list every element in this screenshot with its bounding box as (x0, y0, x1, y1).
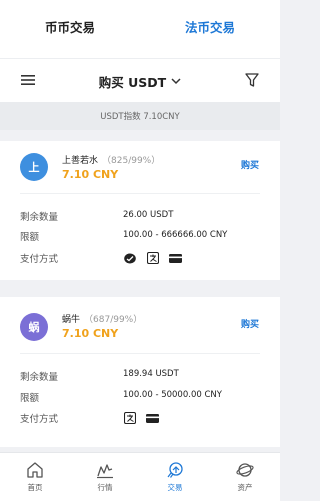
nav-assets[interactable]: 资产 (210, 453, 280, 501)
assets-planet-icon (236, 463, 254, 477)
seller-name: 上善若水 (62, 156, 99, 166)
bank-card-icon (146, 412, 159, 424)
bottom-nav: 首页 行情 交易 资产 (0, 452, 280, 501)
divider (20, 193, 260, 194)
alipay-icon (146, 252, 159, 264)
chevron-down-icon (171, 78, 181, 85)
trade-subheader: 购买 USDT (0, 58, 280, 103)
top-tab-bar: 币币交易 法币交易 (0, 0, 280, 58)
seller-stats: （687/99%） (84, 315, 143, 325)
alipay-icon (123, 412, 136, 424)
payment-method-label: 支付方式 (20, 254, 59, 265)
nav-market[interactable]: 行情 (70, 453, 140, 501)
limit-value: 100.00 - 666666.00 CNY (123, 230, 228, 240)
payment-methods (123, 252, 182, 264)
remaining-amount-label: 剩余数量 (20, 372, 59, 383)
market-chart-icon (97, 464, 113, 479)
divider (20, 353, 260, 354)
nav-home[interactable]: 首页 (0, 453, 70, 501)
nav-trade-label: 交易 (167, 483, 183, 492)
nav-assets-label: 资产 (237, 483, 253, 492)
payment-method-label: 支付方式 (20, 414, 59, 425)
nav-market-label: 行情 (97, 483, 113, 492)
buy-currency-selector[interactable]: 购买 USDT (0, 59, 280, 103)
tab-fiat-trading[interactable]: 法币交易 (140, 0, 280, 58)
tab-coin-trading[interactable]: 币币交易 (0, 0, 140, 58)
offer-card: 上 上善若水 （825/99%） 7.10 CNY 购买 剩余数量 26.00 U… (0, 141, 280, 280)
trade-rocket-icon (167, 462, 183, 478)
bank-card-icon (169, 252, 182, 264)
payment-methods (123, 412, 159, 424)
remaining-amount-value: 189.94 USDT (123, 369, 179, 379)
usdt-index-text: USDT指数 7.10CNY (100, 112, 180, 122)
buy-button[interactable]: 购买 (241, 158, 259, 171)
remaining-amount-label: 剩余数量 (20, 212, 59, 223)
buy-button[interactable]: 购买 (241, 317, 259, 330)
home-icon (27, 462, 43, 478)
nav-trade[interactable]: 交易 (140, 453, 210, 501)
limit-value: 100.00 - 50000.00 CNY (123, 390, 222, 400)
offer-price: 7.10 CNY (62, 327, 119, 340)
limit-label: 限额 (20, 393, 40, 404)
avatar: 上 (20, 153, 48, 181)
seller-stats: （825/99%） (102, 156, 161, 166)
limit-label: 限额 (20, 232, 40, 243)
offer-price: 7.10 CNY (62, 168, 119, 181)
buy-selector-label: 购买 USDT (98, 74, 167, 90)
avatar: 蜗 (20, 313, 48, 341)
seller-info: 上善若水 （825/99%） (62, 153, 160, 166)
usdt-index-bar: USDT指数 7.10CNY (0, 102, 280, 130)
offer-card: 蜗 蜗牛 （687/99%） 7.10 CNY 购买 剩余数量 189.94 US… (0, 297, 280, 447)
seller-info: 蜗牛 （687/99%） (62, 312, 142, 325)
nav-home-label: 首页 (27, 483, 43, 492)
seller-name: 蜗牛 (62, 315, 81, 325)
filter-icon[interactable] (245, 72, 259, 88)
remaining-amount-value: 26.00 USDT (123, 210, 174, 220)
wechat-pay-icon (123, 252, 136, 264)
